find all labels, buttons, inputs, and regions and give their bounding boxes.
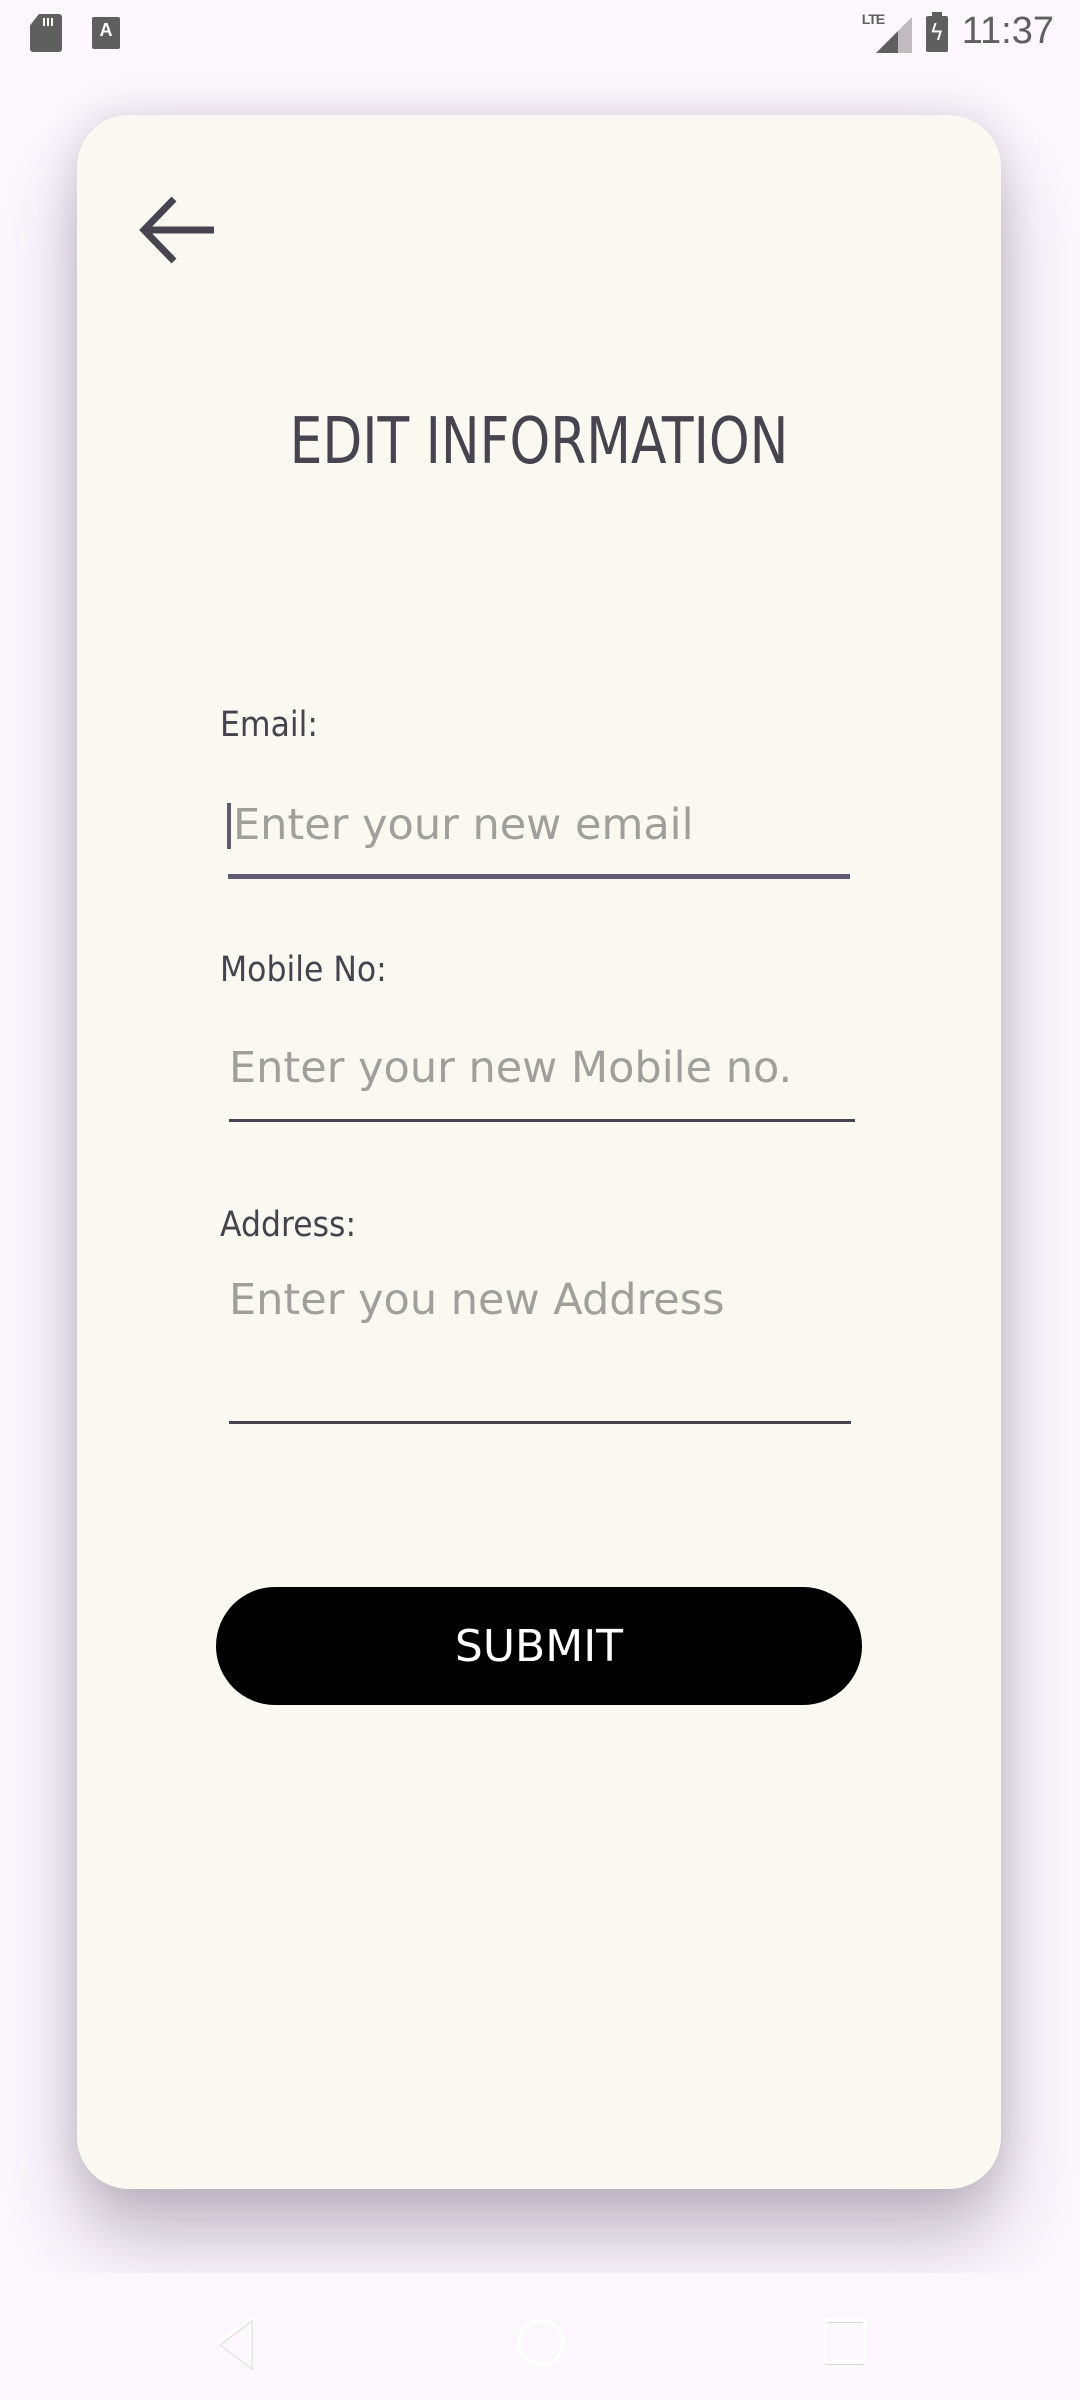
nav-home-icon (517, 2319, 565, 2367)
address-label: Address: (220, 1205, 357, 1245)
mobile-underline (229, 1119, 855, 1122)
navigation-bar (0, 2273, 1080, 2400)
sd-card-icon (30, 14, 62, 52)
status-bar: A LTE ϟ 11:37 (0, 0, 1080, 64)
keyboard-a-icon: A (92, 17, 120, 49)
arrow-left-icon (139, 196, 214, 264)
nav-recents-icon (823, 2318, 867, 2365)
battery-charging-icon: ϟ (925, 11, 948, 52)
mobile-input[interactable] (229, 1038, 851, 1098)
address-input[interactable] (229, 1270, 851, 1410)
email-underline (228, 874, 850, 879)
page-title: EDIT INFORMATION (289, 405, 789, 479)
edit-info-card: EDIT INFORMATION Email: Mobile No: Addre… (77, 115, 1001, 2189)
nav-back-icon (217, 2317, 253, 2370)
submit-button[interactable]: SUBMIT (216, 1587, 862, 1705)
back-button[interactable] (132, 185, 222, 275)
mobile-label: Mobile No: (220, 950, 387, 990)
nav-back-button[interactable] (206, 2313, 266, 2373)
email-input[interactable] (233, 795, 855, 855)
email-label: Email: (220, 705, 319, 745)
status-time: 11:37 (961, 10, 1054, 52)
nav-home-button[interactable] (511, 2313, 571, 2373)
nav-recents-button[interactable] (815, 2313, 875, 2373)
lte-signal-icon: LTE (862, 11, 912, 53)
text-caret (227, 803, 231, 849)
address-underline (229, 1421, 851, 1424)
